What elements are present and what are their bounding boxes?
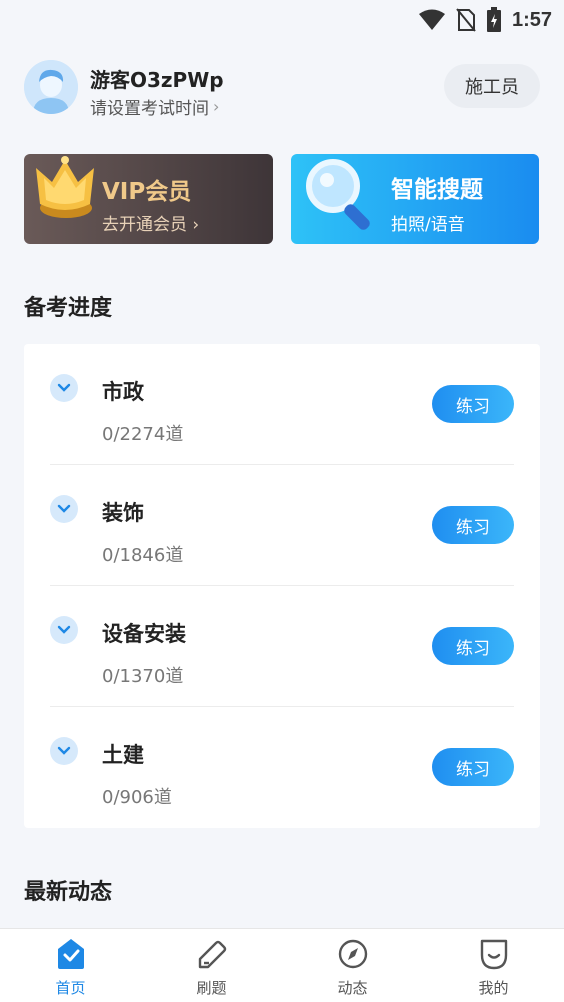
battery-icon [486,7,502,33]
smart-search-card[interactable]: 智能搜题 拍照/语音 [291,154,539,244]
magnifier-icon [301,156,381,236]
chevron-down-icon[interactable] [50,495,78,523]
progress-section-title: 备考进度 [24,296,113,321]
exam-time-label: 请设置考试时间 [90,99,209,119]
home-icon [55,937,87,975]
subject-row[interactable]: 市政 0/2274道 练习 [50,344,514,465]
wifi-icon [418,9,446,31]
subject-name: 市政 [102,380,144,404]
subject-row[interactable]: 设备安装 0/1370道 练习 [50,586,514,707]
profile-icon [478,937,510,975]
subject-name: 土建 [102,743,144,767]
bottom-nav: 首页 刷题 动态 我的 [0,928,564,1002]
practice-button[interactable]: 练习 [432,748,514,786]
chevron-down-icon[interactable] [50,737,78,765]
vip-title: VIP会员 [102,179,192,205]
chevron-down-icon[interactable] [50,374,78,402]
subject-row[interactable]: 装饰 0/1846道 练习 [50,465,514,586]
nav-home-label: 首页 [55,979,86,997]
crown-icon [32,154,98,228]
subject-name: 设备安装 [102,622,186,646]
vip-subtitle: 去开通会员 › [102,215,200,235]
practice-button[interactable]: 练习 [432,627,514,665]
chevron-right-icon: › [213,97,220,116]
practice-button[interactable]: 练习 [432,506,514,544]
no-sim-icon [456,8,476,32]
nav-home[interactable]: 首页 [0,929,141,1002]
news-section-title: 最新动态 [24,880,113,905]
nav-profile-label: 我的 [478,979,509,997]
status-bar: 1:57 [0,0,564,40]
progress-card: 市政 0/2274道 练习 装饰 0/1846道 练习 设备安装 0/1370道… [24,344,540,828]
subject-name: 装饰 [102,501,144,525]
practice-button[interactable]: 练习 [432,385,514,423]
subject-count: 0/2274道 [102,424,184,445]
set-exam-time-link[interactable]: 请设置考试时间 › [90,94,219,119]
vip-card[interactable]: VIP会员 去开通会员 › [24,154,273,244]
search-subtitle: 拍照/语音 [391,215,465,235]
compass-icon [337,937,369,975]
nav-news[interactable]: 动态 [282,929,423,1002]
edit-icon [196,937,228,975]
subject-count: 0/1370道 [102,666,184,687]
nav-news-label: 动态 [337,979,368,997]
subject-count: 0/906道 [102,787,172,808]
clock: 1:57 [511,8,552,31]
chevron-down-icon[interactable] [50,616,78,644]
nav-profile[interactable]: 我的 [423,929,564,1002]
user-header: 游客O3zPWp 请设置考试时间 › 施工员 [24,58,540,119]
subject-count: 0/1846道 [102,545,184,566]
subject-row[interactable]: 土建 0/906道 练习 [50,707,514,828]
nav-practice-label: 刷题 [196,979,227,997]
user-name[interactable]: 游客O3zPWp [90,64,224,93]
search-title: 智能搜题 [391,177,483,203]
avatar[interactable] [24,60,78,114]
role-switch-button[interactable]: 施工员 [444,64,540,108]
nav-practice[interactable]: 刷题 [141,929,282,1002]
